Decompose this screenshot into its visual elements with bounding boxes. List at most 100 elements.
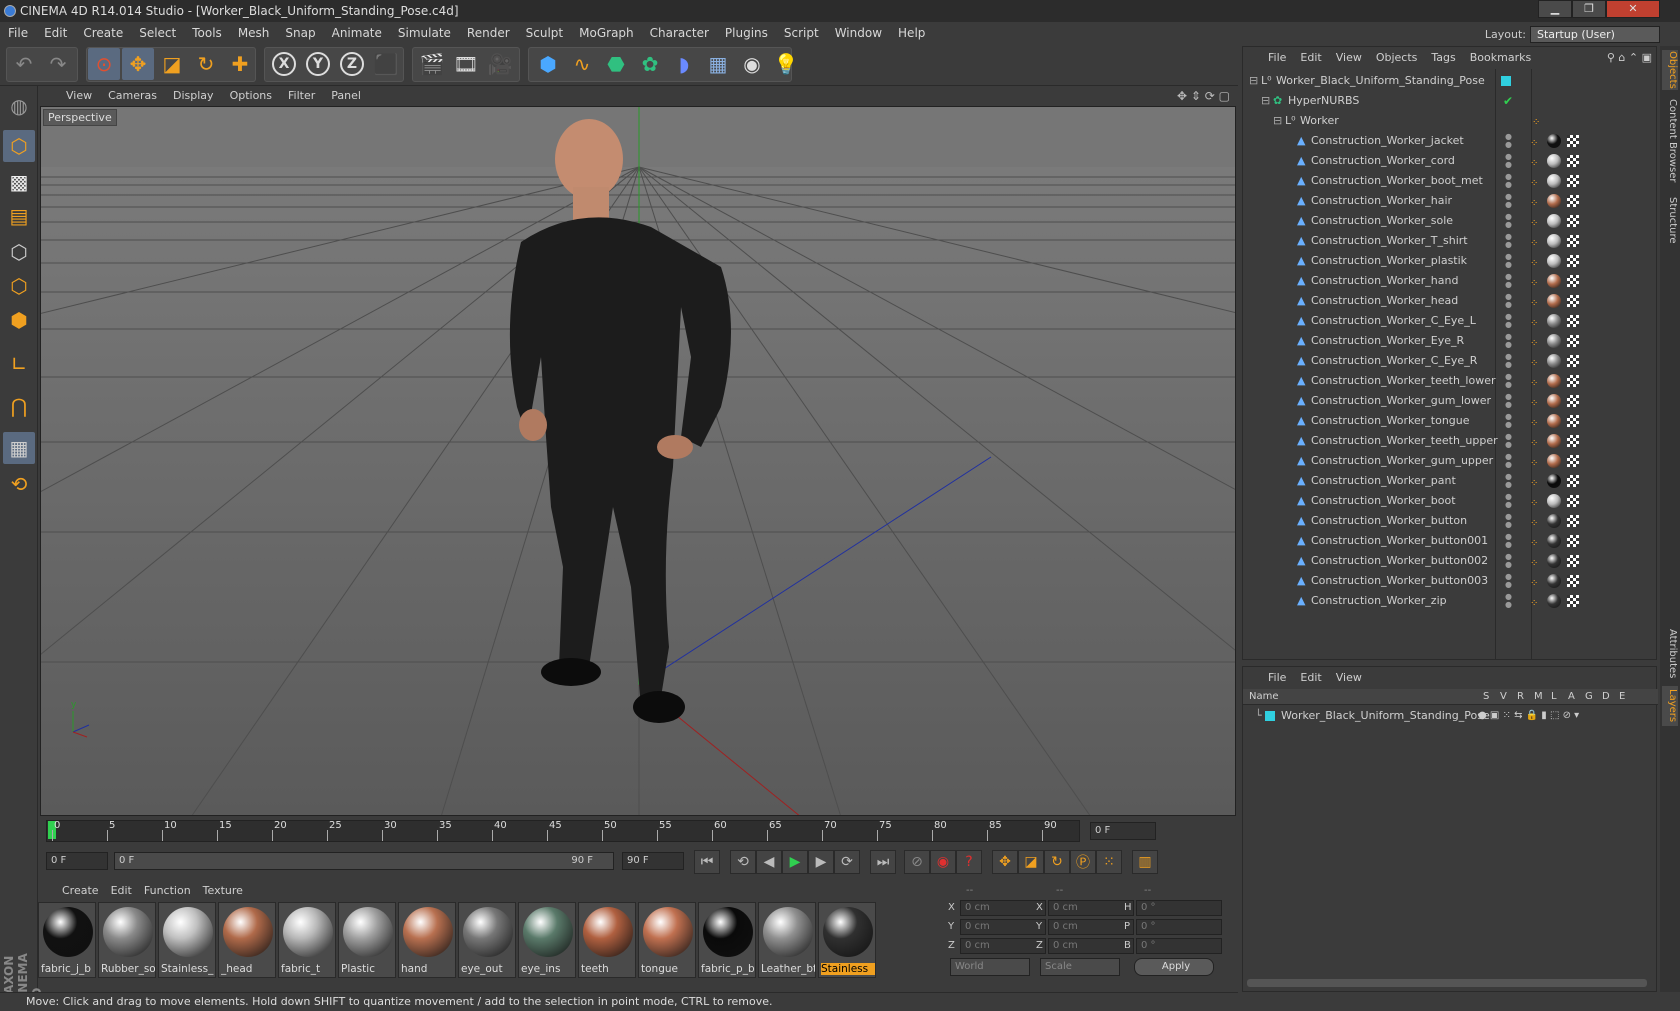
- model-mode-icon[interactable]: ⬡: [3, 130, 35, 162]
- previous-frame-icon[interactable]: ◀: [756, 850, 782, 874]
- viewport-menu-cameras[interactable]: Cameras: [100, 86, 165, 106]
- timeline-window-icon[interactable]: ▥: [1132, 850, 1158, 874]
- phong-tag-icon[interactable]: ⁘: [1530, 314, 1542, 329]
- visibility-dots-icon[interactable]: ● ●: [1505, 233, 1512, 249]
- object-menu-objects[interactable]: Objects: [1369, 47, 1425, 69]
- visibility-dots-icon[interactable]: ● ●: [1505, 273, 1512, 289]
- uvw-tag-icon[interactable]: [1567, 335, 1579, 347]
- phong-tag-icon[interactable]: ⁘: [1530, 194, 1542, 209]
- range-slider[interactable]: 0 F 90 F: [114, 852, 614, 870]
- next-key-icon[interactable]: ⟳: [834, 850, 860, 874]
- coord-value-field[interactable]: 0 cm: [960, 938, 1046, 954]
- coord-value-field[interactable]: 0 °: [1136, 919, 1222, 935]
- material-tag-icon[interactable]: [1547, 294, 1561, 308]
- layer-column-header[interactable]: L: [1551, 689, 1557, 705]
- material-swatch[interactable]: Rubber_so: [98, 902, 156, 978]
- material-menu-function[interactable]: Function: [138, 882, 197, 900]
- phong-tag-icon[interactable]: ⁘: [1530, 534, 1542, 549]
- menu-simulate[interactable]: Simulate: [390, 22, 459, 44]
- phong-tag-icon[interactable]: ⁘: [1530, 234, 1542, 249]
- uvw-tag-icon[interactable]: [1567, 215, 1579, 227]
- viewport-menu-view[interactable]: View: [58, 86, 100, 106]
- collapse-icon[interactable]: ⊟: [1249, 75, 1261, 87]
- uvw-tag-icon[interactable]: [1567, 415, 1579, 427]
- uvw-tag-icon[interactable]: [1567, 315, 1579, 327]
- menu-file[interactable]: File: [0, 22, 36, 44]
- visibility-dots-icon[interactable]: ● ●: [1505, 193, 1512, 209]
- workplane-lock-icon[interactable]: ▦: [3, 432, 35, 464]
- phong-tag-icon[interactable]: ⁘: [1530, 254, 1542, 269]
- layer-row[interactable]: └ Worker_Black_Uniform_Standing_Pose ● ▣…: [1243, 707, 1658, 725]
- phong-tag-icon[interactable]: ⁘: [1530, 574, 1542, 589]
- material-tag-icon[interactable]: [1547, 474, 1561, 488]
- material-tag-icon[interactable]: [1547, 354, 1561, 368]
- current-frame-field[interactable]: 0 F: [1090, 822, 1156, 840]
- object-row[interactable]: ▲ Construction_Worker_sole ● ● ⁘: [1243, 211, 1655, 231]
- make-editable-icon[interactable]: ◍: [3, 90, 35, 122]
- coord-value-field[interactable]: 0 cm: [1048, 900, 1134, 916]
- visibility-dots-icon[interactable]: ● ●: [1505, 353, 1512, 369]
- cube-icon[interactable]: ⬢: [532, 48, 564, 80]
- menu-sculpt[interactable]: Sculpt: [518, 22, 571, 44]
- object-row[interactable]: ▲ Construction_Worker_hand ● ● ⁘: [1243, 271, 1655, 291]
- layer-menu-edit[interactable]: Edit: [1293, 667, 1328, 689]
- key-position-icon[interactable]: ✥: [992, 850, 1018, 874]
- render-view-icon[interactable]: 🎬: [416, 48, 448, 80]
- uvw-tag-icon[interactable]: [1567, 595, 1579, 607]
- menu-animate[interactable]: Animate: [324, 22, 390, 44]
- maximize-button[interactable]: ❐: [1572, 0, 1606, 18]
- menu-select[interactable]: Select: [131, 22, 184, 44]
- layer-column-header[interactable]: V: [1500, 689, 1507, 705]
- menu-render[interactable]: Render: [459, 22, 518, 44]
- phong-tag-icon[interactable]: ⁘: [1530, 154, 1542, 169]
- tab-attributes[interactable]: Attributes: [1662, 626, 1678, 682]
- object-row-hypernurbs[interactable]: ⊟ ✿ HyperNURBS ✔: [1243, 91, 1655, 111]
- material-swatch[interactable]: tongue: [638, 902, 696, 978]
- material-swatch[interactable]: eye_ins: [518, 902, 576, 978]
- layer-scrollbar[interactable]: [1247, 979, 1647, 987]
- uvw-tag-icon[interactable]: [1567, 295, 1579, 307]
- visibility-dots-icon[interactable]: ● ●: [1505, 453, 1512, 469]
- material-swatch[interactable]: _head: [218, 902, 276, 978]
- material-swatch[interactable]: hand: [398, 902, 456, 978]
- uvw-tag-icon[interactable]: [1567, 375, 1579, 387]
- layer-column-header[interactable]: D: [1602, 689, 1610, 705]
- uvw-tag-icon[interactable]: [1567, 135, 1579, 147]
- apply-button[interactable]: Apply: [1134, 958, 1214, 976]
- visibility-dots-icon[interactable]: ● ●: [1505, 313, 1512, 329]
- viewport-nav-icons[interactable]: ✥ ⇕ ⟳ ▢: [1177, 86, 1230, 106]
- previous-key-icon[interactable]: ⟲: [730, 850, 756, 874]
- material-tag-icon[interactable]: [1547, 334, 1561, 348]
- visibility-dots-icon[interactable]: ● ●: [1505, 533, 1512, 549]
- phong-tag-icon[interactable]: ⁘: [1530, 394, 1542, 409]
- visibility-dots-icon[interactable]: ● ●: [1505, 333, 1512, 349]
- visibility-dots-icon[interactable]: ● ●: [1505, 413, 1512, 429]
- layer-menu-view[interactable]: View: [1329, 667, 1369, 689]
- uvw-tag-icon[interactable]: [1567, 275, 1579, 287]
- uvw-tag-icon[interactable]: [1567, 555, 1579, 567]
- uvw-tag-icon[interactable]: [1567, 235, 1579, 247]
- 3d-viewport[interactable]: y Perspective: [40, 106, 1236, 816]
- nurbs-icon[interactable]: ⬣: [600, 48, 632, 80]
- coord-value-field[interactable]: 0 °: [1136, 938, 1222, 954]
- layout-dropdown[interactable]: Startup (User): [1530, 26, 1660, 43]
- phong-tag-icon[interactable]: ⁘: [1530, 514, 1542, 529]
- layer-column-header[interactable]: M: [1534, 689, 1543, 705]
- menu-edit[interactable]: Edit: [36, 22, 75, 44]
- material-menu-texture[interactable]: Texture: [197, 882, 249, 900]
- render-settings-icon[interactable]: 🎥: [484, 48, 516, 80]
- object-row[interactable]: ▲ Construction_Worker_gum_upper ● ● ⁘: [1243, 451, 1655, 471]
- move-icon[interactable]: ✥: [122, 48, 154, 80]
- material-menu-edit[interactable]: Edit: [105, 882, 138, 900]
- coord-mode-dropdown[interactable]: World: [950, 958, 1030, 976]
- undo-icon[interactable]: ↶: [8, 48, 40, 80]
- material-tag-icon[interactable]: [1547, 574, 1561, 588]
- minimize-button[interactable]: ▁: [1538, 0, 1572, 18]
- phong-tag-icon[interactable]: ⁘: [1530, 494, 1542, 509]
- material-swatch[interactable]: Plastic: [338, 902, 396, 978]
- phong-tag-icon[interactable]: ⁘: [1530, 174, 1542, 189]
- next-frame-icon[interactable]: ▶: [808, 850, 834, 874]
- autokey-icon[interactable]: ◉: [930, 850, 956, 874]
- render-picture-viewer-icon[interactable]: 🎞: [450, 48, 482, 80]
- phong-tag-icon[interactable]: ⁘: [1530, 134, 1542, 149]
